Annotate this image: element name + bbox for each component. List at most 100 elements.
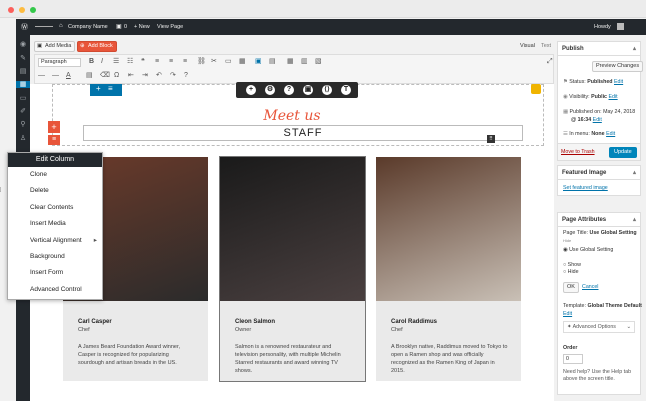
section-settings-icon[interactable] — [531, 84, 541, 94]
staff-name[interactable]: Carl Casper — [78, 319, 112, 325]
collapse-icon[interactable]: ▴ — [633, 166, 636, 180]
tab-text[interactable]: Text — [541, 43, 551, 49]
paste-text-icon[interactable]: ▤ — [86, 72, 93, 80]
unlink-icon[interactable]: ✂ — [211, 58, 217, 66]
menu-item-insert-media[interactable]: ▣Insert Media — [8, 216, 102, 232]
move-to-trash-link[interactable]: Move to Trash — [561, 149, 595, 155]
comments-sidebar-icon[interactable]: ▭ — [19, 95, 27, 102]
kitchen-sink-icon[interactable]: ▦ — [239, 58, 246, 66]
menu-item-vertical-alignment[interactable]: ⇕Vertical Alignment▸ — [8, 233, 102, 249]
align-center-icon[interactable]: ≡ — [169, 58, 173, 66]
set-featured-image-link[interactable]: Set featured image — [563, 185, 608, 191]
status-edit-link[interactable]: Edit — [614, 79, 623, 85]
users-icon[interactable]: ♙ — [19, 135, 27, 142]
add-media-button[interactable]: ▣ Add Media — [34, 41, 76, 52]
menu-icon[interactable]: ≡ — [108, 84, 113, 93]
image-icon[interactable]: ▣ — [303, 85, 313, 95]
staff-card[interactable]: Carol Raddimus Chef A Brooklyn native, R… — [376, 157, 521, 381]
builder-icon[interactable]: ▣ — [255, 58, 262, 66]
ok-button[interactable]: OK — [563, 282, 579, 293]
add-block-button[interactable]: ⊕ Add Block — [77, 41, 117, 52]
outdent-icon[interactable]: ⇤ — [128, 72, 134, 80]
radio-global[interactable]: ◉ Use Global Setting — [563, 247, 613, 253]
bullet-list-icon[interactable]: ☰ — [113, 58, 119, 66]
row-settings-icon[interactable]: ⠿ — [487, 135, 495, 143]
howdy-text[interactable]: Howdy — [594, 24, 611, 30]
plugins-icon[interactable]: ⚲ — [19, 121, 27, 128]
redo-icon[interactable]: ↷ — [170, 72, 176, 80]
preview-changes-button[interactable]: Preview Changes — [592, 61, 644, 72]
clear-formatting-icon[interactable]: ⌫ — [100, 72, 110, 80]
column-menu-icon[interactable]: ≡ — [48, 135, 60, 145]
text-color-icon[interactable]: A — [66, 72, 71, 80]
format-select[interactable]: Paragraph — [38, 58, 81, 67]
avatar[interactable] — [617, 23, 624, 30]
menu-item-insert-form[interactable]: ▤Insert Form — [8, 265, 102, 281]
text-icon[interactable]: T — [341, 85, 351, 95]
italic-icon[interactable]: I — [101, 58, 103, 66]
featured-image-title[interactable]: Featured Image ▴ — [558, 166, 640, 180]
maximize-window-button[interactable] — [30, 7, 36, 13]
published-edit-link[interactable]: Edit — [593, 117, 602, 123]
radio-hide[interactable]: ○ Hide — [563, 269, 579, 275]
add-icon[interactable]: + — [96, 84, 101, 93]
align-left-icon[interactable]: ≡ — [155, 58, 159, 66]
brush-icon[interactable]: ✐ — [19, 108, 27, 115]
minimize-window-button[interactable] — [19, 7, 25, 13]
add-column-button[interactable]: + — [48, 121, 60, 133]
media-icon[interactable]: ▤ — [19, 68, 27, 75]
wordpress-logo-icon[interactable]: Ⓦ — [21, 22, 28, 32]
grid-icon[interactable]: ▦ — [287, 58, 294, 66]
new-content-link[interactable]: + New — [134, 24, 150, 30]
quote-icon[interactable]: ❝ — [141, 58, 145, 66]
numbered-list-icon[interactable]: ☷ — [127, 58, 133, 66]
site-name-link[interactable]: Company Name — [68, 24, 108, 30]
layout-icon[interactable]: ▤ — [269, 58, 276, 66]
bold-icon[interactable]: B — [89, 58, 94, 66]
link-icon[interactable]: ⛓ — [197, 58, 206, 66]
table-icon[interactable]: ▥ — [301, 58, 308, 66]
radio-show[interactable]: ○ Show — [563, 262, 581, 268]
strikethrough-icon[interactable]: — — [38, 72, 45, 80]
close-window-button[interactable] — [8, 7, 14, 13]
add-element-icon[interactable]: + — [246, 85, 256, 95]
in-menu-edit-link[interactable]: Edit — [606, 131, 615, 137]
align-right-icon[interactable]: ≡ — [183, 58, 187, 66]
script-heading[interactable]: Meet us — [30, 108, 554, 124]
view-page-link[interactable]: View Page — [157, 24, 183, 30]
collapse-icon[interactable]: ▴ — [633, 42, 636, 56]
dashboard-icon[interactable]: ◉ — [19, 41, 27, 48]
menu-item-clear-contents[interactable]: ✎Clear Contents — [8, 200, 102, 216]
menu-item-background[interactable]: ▨Background — [8, 249, 102, 265]
menu-item-delete[interactable]: ⌫ Delete — [0, 183, 102, 199]
staff-heading-box[interactable]: STAFF — [83, 125, 523, 141]
undo-icon[interactable]: ↶ — [156, 72, 162, 80]
staff-card[interactable]: Cleon Salmon Owner Salmon is a renowned … — [219, 156, 366, 382]
cancel-link[interactable]: Cancel — [582, 284, 599, 290]
column-icon[interactable]: ▧ — [315, 58, 322, 66]
page-attributes-title[interactable]: Page Attributes ▴ — [558, 213, 640, 227]
section-controls[interactable]: + ≡ — [90, 84, 122, 96]
advanced-options-toggle[interactable]: ✦ Advanced Options ⌄ — [563, 321, 635, 333]
help-circle-icon[interactable]: ? — [284, 85, 294, 95]
collapse-icon[interactable]: ▴ — [633, 213, 636, 227]
fullscreen-icon[interactable]: ⤢ — [547, 58, 553, 66]
tab-visual[interactable]: Visual — [520, 43, 535, 49]
special-character-icon[interactable]: Ω — [114, 72, 119, 80]
indent-icon[interactable]: ⇥ — [142, 72, 148, 80]
help-icon[interactable]: ? — [184, 72, 188, 80]
staff-name[interactable]: Carol Raddimus — [391, 319, 437, 325]
more-icon[interactable]: ▭ — [225, 58, 232, 66]
menu-item-clone[interactable]: ▢Clone — [8, 167, 102, 183]
pages-icon[interactable]: ▦ — [16, 81, 30, 88]
gear-icon[interactable]: ⚙ — [265, 85, 275, 95]
order-input[interactable]: 0 — [563, 354, 583, 364]
menu-item-advanced-control[interactable]: ⚙Advanced Control — [8, 282, 102, 298]
code-icon[interactable]: ⟨⟩ — [322, 85, 332, 95]
template-edit-link[interactable]: Edit — [563, 311, 572, 317]
comments-count[interactable]: 0 — [124, 24, 127, 30]
visibility-edit-link[interactable]: Edit — [609, 94, 618, 100]
update-button[interactable]: Update — [609, 147, 637, 158]
horizontal-line-icon[interactable]: — — [52, 72, 59, 80]
staff-name[interactable]: Cleon Salmon — [235, 319, 275, 325]
